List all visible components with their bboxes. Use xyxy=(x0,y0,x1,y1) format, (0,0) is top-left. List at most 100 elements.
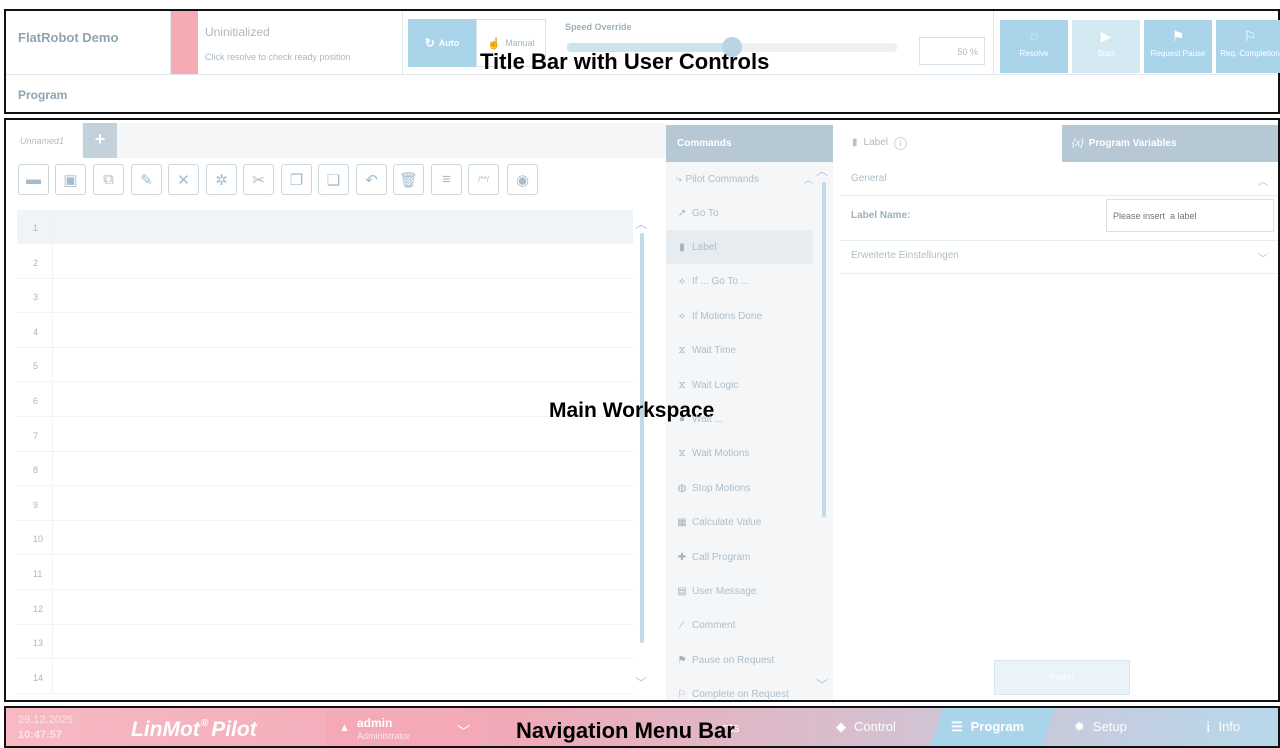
editor-scrollbar[interactable] xyxy=(640,233,644,643)
command-item[interactable]: ⚐ Complete on Request xyxy=(666,678,813,701)
undo-icon[interactable]: ↶ xyxy=(356,164,387,195)
command-item[interactable]: ▮ Label xyxy=(666,230,813,265)
command-item[interactable]: ✚ Call Program xyxy=(666,540,813,574)
program-line-row[interactable]: 7 xyxy=(17,417,633,452)
program-line-row[interactable]: 3 xyxy=(17,279,633,314)
line-separator xyxy=(52,313,53,348)
program-line-row[interactable]: 13 xyxy=(17,625,633,660)
line-number: 5 xyxy=(33,361,39,372)
wait-logic-icon: ⧖ xyxy=(678,379,686,391)
command-item[interactable]: ↗ Go To xyxy=(666,196,813,230)
general-section-header[interactable]: General ︿ xyxy=(840,162,1278,196)
add-tab-button[interactable]: + xyxy=(83,123,117,158)
command-item[interactable]: ⧖ Wait Logic xyxy=(666,368,813,402)
command-item[interactable]: ⧖ Wait Time xyxy=(666,334,813,368)
debug-icon[interactable]: ◉ xyxy=(507,164,538,195)
auto-mode-button[interactable]: ↻ Auto xyxy=(408,19,476,67)
program-icon: ☰ xyxy=(951,719,963,734)
program-line-row[interactable]: 1 xyxy=(17,210,633,244)
program-line-row[interactable]: 14 xyxy=(17,659,633,694)
comment-toggle-icon[interactable]: /**/ xyxy=(468,164,499,195)
line-number: 10 xyxy=(33,534,44,545)
program-line-row[interactable]: 12 xyxy=(17,590,633,625)
close-icon[interactable]: ✕ xyxy=(168,164,199,195)
if-motions-icon: ⟡ xyxy=(678,310,686,322)
wait-time-icon: ⧖ xyxy=(678,345,686,357)
command-item[interactable]: ⁄ Comment xyxy=(666,609,813,643)
line-separator xyxy=(52,279,53,314)
line-separator xyxy=(52,659,53,694)
control-icon: ◆ xyxy=(836,719,846,734)
advanced-settings-header[interactable]: Erweiterte Einstellungen ﹀ xyxy=(840,240,1278,274)
program-line-row[interactable]: 2 xyxy=(17,244,633,279)
speed-override-field[interactable]: 50 % xyxy=(919,37,985,65)
command-label: Wait Motions xyxy=(692,448,750,460)
chevron-up-icon: ︿ xyxy=(1258,177,1268,188)
variables-icon: {x} xyxy=(1072,138,1084,149)
chevron-up-icon: ︿ xyxy=(803,174,813,185)
tab-label[interactable]: ▮ Label i xyxy=(840,125,1062,162)
tab-program-variables[interactable]: {x} Program Variables xyxy=(1062,125,1278,162)
logo-main: LinMot xyxy=(131,718,200,741)
line-number: 14 xyxy=(33,672,44,683)
line-separator xyxy=(52,590,53,625)
program-line-row[interactable]: 5 xyxy=(17,348,633,383)
user-menu[interactable]: ▲ admin Administrator ﹀ xyxy=(326,713,480,745)
commands-scroll-up-icon[interactable]: ︿ xyxy=(816,162,828,179)
open-folder-icon[interactable]: ▬ xyxy=(18,164,49,195)
tab-unnamed1[interactable]: Unnamed1 xyxy=(16,123,82,158)
command-item[interactable]: ⚑ Pause on Request xyxy=(666,643,813,677)
status-indicator xyxy=(171,11,198,74)
program-line-row[interactable]: 10 xyxy=(17,521,633,556)
commands-scrollbar[interactable] xyxy=(822,182,826,517)
complete-request-icon: ⚐ xyxy=(677,689,687,701)
program-line-row[interactable]: 11 xyxy=(17,556,633,590)
insert-button[interactable]: Insert xyxy=(994,660,1130,695)
command-item[interactable]: ⟡ If Motions Done xyxy=(666,299,813,333)
line-number: 11 xyxy=(33,569,43,579)
nav-item-info[interactable]: i Info xyxy=(1206,719,1240,737)
pilot-commands-icon: ⤷ xyxy=(676,173,682,185)
start-button[interactable]: ▶ Start xyxy=(1072,20,1140,73)
nav-item-setup[interactable]: ✹ Setup xyxy=(1074,719,1127,735)
info-label: Info xyxy=(1218,719,1241,734)
copy-icon[interactable]: ❐ xyxy=(281,164,312,195)
user-message-icon: ▤ xyxy=(677,585,687,597)
nav-item-program[interactable]: ☰ Program xyxy=(951,719,1024,735)
command-item[interactable]: ▤ User Message xyxy=(666,574,813,608)
cut-icon[interactable]: ✂ xyxy=(243,164,274,195)
program-line-row[interactable]: 8 xyxy=(17,452,633,487)
req-completion-button[interactable]: ⚐ Req. Completion xyxy=(1216,20,1280,73)
save-as-icon[interactable]: ⧉ xyxy=(93,164,124,195)
pilot-commands-group[interactable]: ⤷ Pilot Commands ︿ xyxy=(666,162,813,196)
calculate-icon: ▦ xyxy=(677,517,687,529)
edit-icon[interactable]: ✎ xyxy=(131,164,162,195)
command-item[interactable]: ◍ Stop Motions xyxy=(666,471,813,505)
label-name-input[interactable] xyxy=(1106,199,1274,232)
commands-scroll-down-icon[interactable]: ﹀ xyxy=(816,676,828,693)
toggle-icon[interactable]: ✲ xyxy=(206,164,237,195)
status-cell[interactable]: Uninitialized Click resolve to check rea… xyxy=(198,11,403,74)
line-separator xyxy=(52,348,53,383)
app-name: FlatRobot Demo xyxy=(18,30,119,45)
command-item[interactable]: ▦ Calculate Value xyxy=(666,506,813,540)
paste-icon[interactable]: ❏ xyxy=(318,164,349,195)
command-item[interactable]: ⧖ Wait Motions xyxy=(666,437,813,471)
command-item[interactable]: ● Wait ... xyxy=(666,402,813,436)
delete-icon[interactable]: 🗑 xyxy=(393,164,424,195)
nav-item-control[interactable]: ◆ Control xyxy=(836,719,896,735)
request-pause-button[interactable]: ⚑ Request Pause xyxy=(1144,20,1212,73)
program-line-row[interactable]: 9 xyxy=(17,486,633,521)
program-line-row[interactable]: 4 xyxy=(17,313,633,348)
program-line-row[interactable]: 6 xyxy=(17,383,633,417)
resolve-button[interactable]: ◌ Resolve xyxy=(1000,20,1068,73)
stop-motions-icon: ◍ xyxy=(677,482,687,494)
editor-scroll-down-icon[interactable]: ﹀ xyxy=(635,674,647,691)
wait-icon: ● xyxy=(678,413,686,425)
editor-scroll-up-icon[interactable]: ︿ xyxy=(635,215,647,232)
insert-line-icon[interactable]: ≡ xyxy=(431,164,462,195)
command-item[interactable]: ⟡ If ... Go To ... xyxy=(666,265,813,299)
save-icon[interactable]: ▣ xyxy=(55,164,86,195)
command-label: If Motions Done xyxy=(692,310,763,322)
program-label: Program xyxy=(18,88,68,102)
